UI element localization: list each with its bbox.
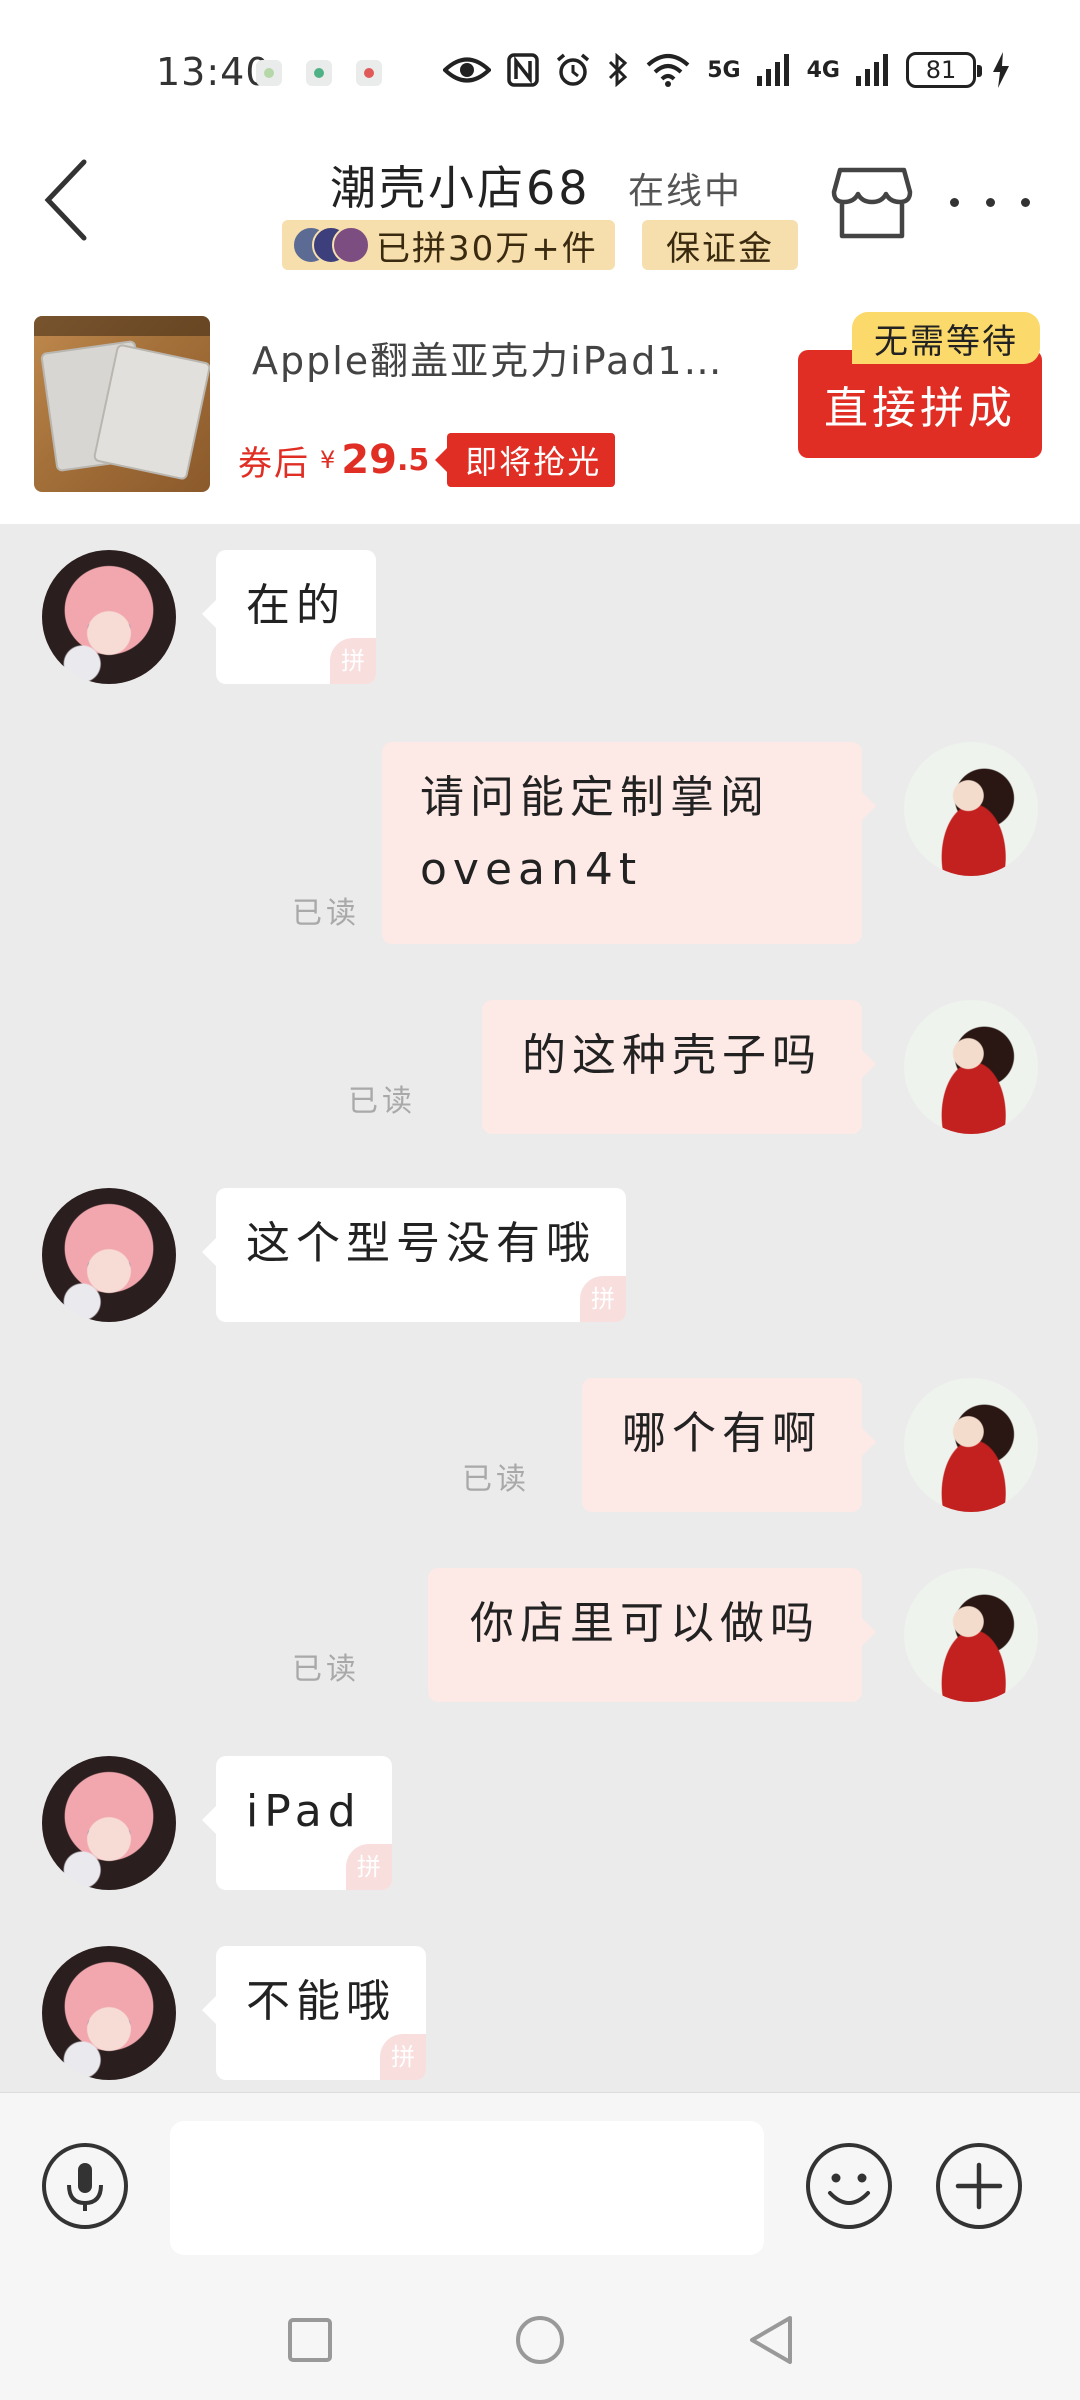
deposit-badge[interactable]: 保证金 xyxy=(642,220,798,270)
product-thumbnail[interactable] xyxy=(34,316,210,492)
alarm-icon xyxy=(557,53,590,86)
no-wait-tag: 无需等待 xyxy=(852,312,1040,364)
product-title[interactable]: Apple翻盖亚克力iPad1… xyxy=(252,330,752,385)
message-bubble[interactable]: 你店里可以做吗 xyxy=(428,1568,876,1702)
more-options-button[interactable] xyxy=(950,172,1030,232)
home-icon[interactable] xyxy=(510,2310,570,2370)
more-dots-icon xyxy=(985,197,995,207)
message-row: 这个型号没有哦 xyxy=(0,1188,1080,1324)
battery-icon: 81 xyxy=(906,52,982,88)
notification-app-icon xyxy=(356,60,382,86)
message-bubble[interactable]: 在的 xyxy=(202,550,376,684)
message-bubble[interactable]: 这个型号没有哦 xyxy=(202,1188,626,1322)
chat-messages[interactable]: 在的 已读 请问能定制掌阅 ovean4t 已读 的这种壳子吗 这个型号没有哦 … xyxy=(0,524,1080,2092)
user-avatar[interactable] xyxy=(904,1568,1038,1702)
status-time: 13:40 xyxy=(156,50,271,94)
network-5g-label: 5G xyxy=(707,57,741,83)
network-4g-label: 4G xyxy=(806,57,840,83)
product-card[interactable]: Apple翻盖亚克力iPad1… 券后 ¥ 29 .5 即将抢光 直接拼成 无需… xyxy=(0,292,1080,524)
buy-now-button[interactable]: 直接拼成 xyxy=(798,350,1042,458)
read-receipt: 已读 xyxy=(462,1462,530,1497)
message-row: 已读 的这种壳子吗 xyxy=(0,1000,1080,1136)
flash-sale-badge: 即将抢光 xyxy=(435,433,616,487)
nfc-icon xyxy=(507,53,539,87)
message-text-line: ovean4t xyxy=(420,844,643,895)
bluetooth-icon xyxy=(609,52,628,88)
buyer-avatars xyxy=(292,220,374,270)
microphone-icon[interactable] xyxy=(40,2141,130,2231)
notification-app-icon xyxy=(256,60,282,86)
online-status: 在线中 xyxy=(628,171,743,212)
sales-count: 已拼30万+件 xyxy=(376,228,598,269)
shop-avatar[interactable] xyxy=(42,1756,176,1890)
message-row: 已读 你店里可以做吗 xyxy=(0,1568,1080,1704)
battery-level: 81 xyxy=(925,56,957,84)
plus-icon[interactable] xyxy=(934,2141,1024,2231)
message-text: 你店里可以做吗 xyxy=(470,1598,820,1649)
message-text: 哪个有啊 xyxy=(622,1408,822,1459)
shop-avatar[interactable] xyxy=(42,550,176,684)
message-bubble[interactable]: 哪个有啊 xyxy=(582,1378,876,1512)
signal-icon xyxy=(756,54,789,86)
user-avatar[interactable] xyxy=(904,1378,1038,1512)
read-receipt: 已读 xyxy=(348,1084,416,1119)
signal-icon xyxy=(856,54,888,86)
message-text: 的这种壳子吗 xyxy=(522,1030,822,1081)
read-receipt: 已读 xyxy=(292,896,360,931)
status-icons: 5G 4G 81 xyxy=(443,46,1010,94)
currency-symbol: ¥ xyxy=(320,446,336,474)
coupon-label: 券后 xyxy=(238,443,310,484)
message-text: 不能哦 xyxy=(246,1976,396,2027)
message-bubble[interactable]: 不能哦 xyxy=(202,1946,426,2080)
message-row: 在的 xyxy=(0,550,1080,686)
message-row: 已读 请问能定制掌阅 ovean4t xyxy=(0,742,1080,948)
emoji-icon[interactable] xyxy=(804,2141,894,2231)
price-integer: 29 xyxy=(341,437,397,483)
more-dots-icon xyxy=(1021,197,1030,207)
notification-app-icon xyxy=(306,60,332,86)
message-bubble[interactable]: 的这种壳子吗 xyxy=(482,1000,876,1134)
message-bubble[interactable]: 请问能定制掌阅 ovean4t xyxy=(382,742,876,944)
message-text: 在的 xyxy=(246,580,346,631)
user-avatar[interactable] xyxy=(904,742,1038,876)
charging-icon xyxy=(993,52,1009,88)
shop-avatar[interactable] xyxy=(42,1188,176,1322)
thumbnail-banner xyxy=(34,316,210,336)
buyer-avatar xyxy=(332,226,370,264)
shop-name[interactable]: 潮壳小店68 xyxy=(330,152,591,218)
message-text: iPad xyxy=(246,1786,362,1837)
message-row: 已读 哪个有啊 xyxy=(0,1378,1080,1514)
message-input-bar xyxy=(0,2092,1080,2280)
price-decimal: .5 xyxy=(396,442,430,478)
back-triangle-icon[interactable] xyxy=(740,2310,800,2370)
message-text: 这个型号没有哦 xyxy=(246,1218,596,1269)
read-receipt: 已读 xyxy=(292,1652,360,1687)
system-navigation-bar xyxy=(0,2280,1080,2400)
recent-apps-icon[interactable] xyxy=(280,2310,340,2370)
message-bubble[interactable]: iPad xyxy=(202,1756,392,1890)
price-row: 券后 ¥ 29 .5 即将抢光 xyxy=(238,432,616,488)
message-row: iPad xyxy=(0,1756,1080,1892)
sales-badge: 已拼30万+件 xyxy=(282,220,615,270)
chat-header: 潮壳小店68 在线中 已拼30万+件 保证金 xyxy=(0,132,1080,292)
eye-icon xyxy=(443,57,492,83)
store-icon[interactable] xyxy=(830,160,914,244)
user-avatar[interactable] xyxy=(904,1000,1038,1134)
message-row: 不能哦 xyxy=(0,1946,1080,2082)
message-text-line: 请问能定制掌阅 xyxy=(420,772,770,823)
message-input[interactable] xyxy=(170,2121,764,2255)
back-button[interactable] xyxy=(40,152,100,248)
more-dots-icon xyxy=(950,197,959,207)
shop-avatar[interactable] xyxy=(42,1946,176,2080)
status-bar: 13:40 5G 4G 81 xyxy=(0,0,1080,132)
wifi-icon xyxy=(646,54,690,87)
